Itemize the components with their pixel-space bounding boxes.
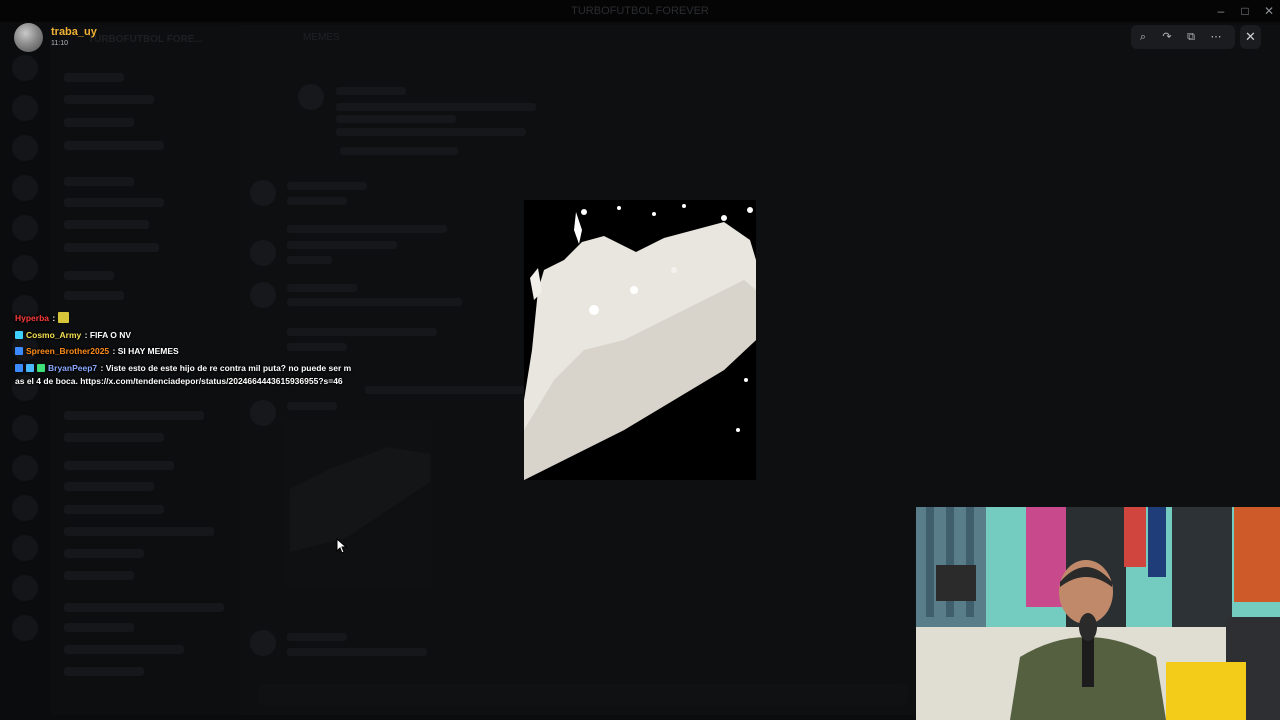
viewed-image <box>524 200 756 480</box>
chat-message: Hyperba : <box>15 310 355 327</box>
server-icon[interactable] <box>12 535 38 561</box>
chat-username: Hyperba <box>15 313 50 323</box>
chat-username: Spreen_Brother2025 <box>26 346 110 356</box>
chat-text: SI HAY MEMES <box>117 346 179 356</box>
chat-username: Cosmo_Army <box>26 329 82 340</box>
avatar[interactable] <box>14 23 43 52</box>
author-username[interactable]: traba_uy <box>51 26 97 38</box>
badge-icon <box>15 363 23 372</box>
server-icon[interactable] <box>12 215 38 241</box>
maximize-button[interactable]: □ <box>1238 4 1252 18</box>
open-external-icon[interactable]: ⧉ <box>1183 29 1199 45</box>
badge-icon <box>15 347 23 355</box>
chat-message: BryanPeep7 : Viste esto de este hijo de … <box>15 362 352 386</box>
forward-icon[interactable]: ↷ <box>1159 29 1175 45</box>
chat-message: Cosmo_Army : FIFA O NV <box>15 327 355 344</box>
server-icon[interactable] <box>12 175 38 201</box>
server-icon[interactable] <box>12 55 38 81</box>
post-time: 11:10 <box>51 40 68 47</box>
close-viewer-button[interactable]: ✕ <box>1240 25 1261 49</box>
window-close-button[interactable]: ✕ <box>1262 4 1276 18</box>
window-title: TURBOFUTBOL FOREVER <box>571 5 709 17</box>
window-titlebar: TURBOFUTBOL FOREVER – □ ✕ <box>0 0 1280 22</box>
badge-icon <box>37 363 45 372</box>
chat-text: FIFA O NV <box>89 329 132 340</box>
server-icon[interactable] <box>12 415 38 441</box>
minimize-button[interactable]: – <box>1214 4 1228 18</box>
mouse-cursor-icon <box>336 538 348 554</box>
avatar <box>250 400 276 426</box>
avatar <box>250 240 276 266</box>
badge-icon <box>15 330 23 339</box>
webcam-feed <box>916 507 1280 720</box>
server-icon[interactable] <box>12 455 38 481</box>
viewer-toolbar: ⌕ ↷ ⧉ ⋯ <box>1131 25 1235 49</box>
stream-chat-overlay: Hyperba : Cosmo_Army : FIFA O NV Spreen_… <box>15 310 355 388</box>
avatar <box>298 84 324 110</box>
message-input[interactable] <box>258 684 908 706</box>
server-icon[interactable] <box>12 575 38 601</box>
emote-icon <box>57 312 69 323</box>
avatar <box>250 630 276 656</box>
badge-icon <box>26 363 34 372</box>
server-icon[interactable] <box>12 135 38 161</box>
zoom-icon[interactable]: ⌕ <box>1135 29 1151 45</box>
server-name[interactable]: TURBOFUTBOL FORE... <box>88 34 203 45</box>
avatar <box>250 282 276 308</box>
more-icon[interactable]: ⋯ <box>1208 29 1224 45</box>
server-icon[interactable] <box>12 495 38 521</box>
chat-message: Spreen_Brother2025 : SI HAY MEMES <box>15 343 355 360</box>
chat-username: BryanPeep7 <box>48 362 98 373</box>
channel-title: MEMES <box>303 32 340 43</box>
server-icon[interactable] <box>12 615 38 641</box>
server-icon[interactable] <box>12 95 38 121</box>
avatar <box>250 180 276 206</box>
server-icon[interactable] <box>12 255 38 281</box>
